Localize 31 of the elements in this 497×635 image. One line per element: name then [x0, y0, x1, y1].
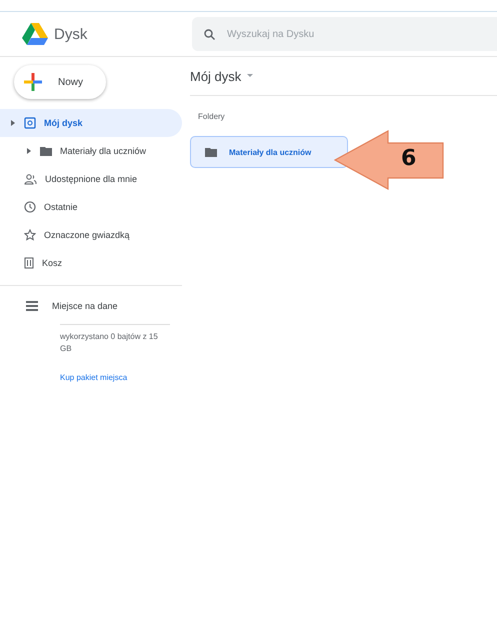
storage-icon	[26, 301, 38, 311]
clock-icon	[24, 201, 36, 213]
caret-icon[interactable]	[10, 120, 16, 126]
folder-card[interactable]: Materiały dla uczniów	[190, 136, 348, 168]
new-button[interactable]: Nowy	[14, 65, 106, 99]
step-number: 6	[401, 146, 416, 171]
nav-item[interactable]: Mój dysk	[0, 109, 182, 137]
trash-icon	[24, 257, 34, 269]
storage-label: Miejsce na dane	[52, 301, 118, 311]
logo-icon	[22, 23, 48, 45]
section-heading: Foldery	[198, 112, 226, 121]
folder-icon	[40, 146, 52, 156]
buy-storage-link[interactable]: Kup pakiet miejsca	[60, 373, 182, 382]
caret-icon[interactable]	[26, 148, 32, 154]
star-icon	[24, 229, 36, 241]
search-field[interactable]: Wyszukaj na Dysku	[225, 28, 429, 40]
nav-item[interactable]: Materiały dla uczniów	[0, 137, 182, 165]
people-icon	[24, 174, 37, 184]
nav-item[interactable]: Kosz	[0, 249, 182, 277]
folder-icon	[205, 147, 217, 157]
drive-icon	[24, 117, 36, 129]
nav-item[interactable]: Oznaczone gwiazdką	[0, 221, 182, 249]
storage-usage: wykorzystano 0 bajtów z 15 GB	[60, 324, 170, 355]
app-name: Dysk	[54, 26, 88, 42]
breadcrumb[interactable]: Mój dysk	[190, 57, 497, 96]
nav-item[interactable]: Udostępnione dla mnie	[0, 165, 182, 193]
search-icon	[204, 28, 215, 40]
plus-icon	[24, 73, 42, 91]
dropdown-icon	[247, 74, 254, 78]
search-bar[interactable]: Wyszukaj na Dysku	[192, 17, 497, 51]
nav-item[interactable]: Ostatnie	[0, 193, 182, 221]
